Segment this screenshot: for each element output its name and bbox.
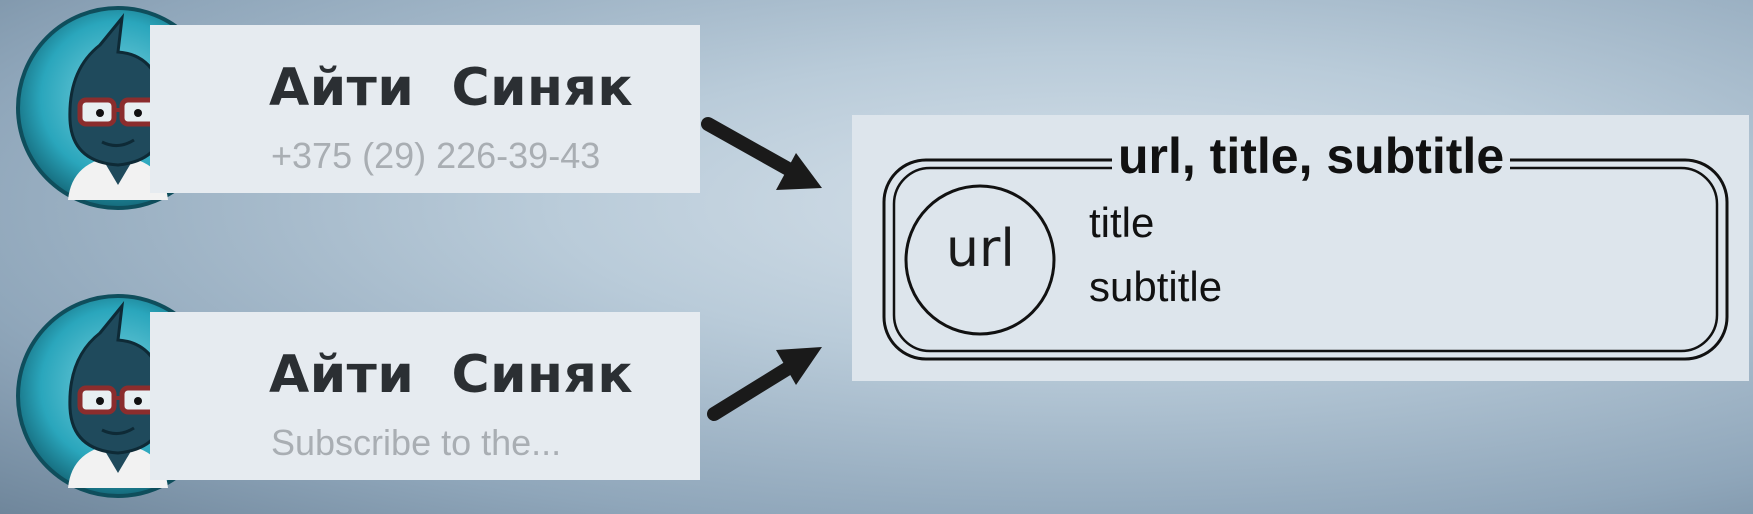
- panel-heading: url, title, subtitle: [1112, 127, 1511, 185]
- component-diagram-panel: url, title, subtitle url title subtitle: [852, 115, 1749, 381]
- url-placeholder: url: [946, 219, 1015, 279]
- arrow-top-icon: [701, 117, 822, 190]
- arrow-bottom-icon: [707, 347, 822, 421]
- title-placeholder: title: [1089, 199, 1155, 246]
- subtitle-placeholder: subtitle: [1089, 263, 1223, 310]
